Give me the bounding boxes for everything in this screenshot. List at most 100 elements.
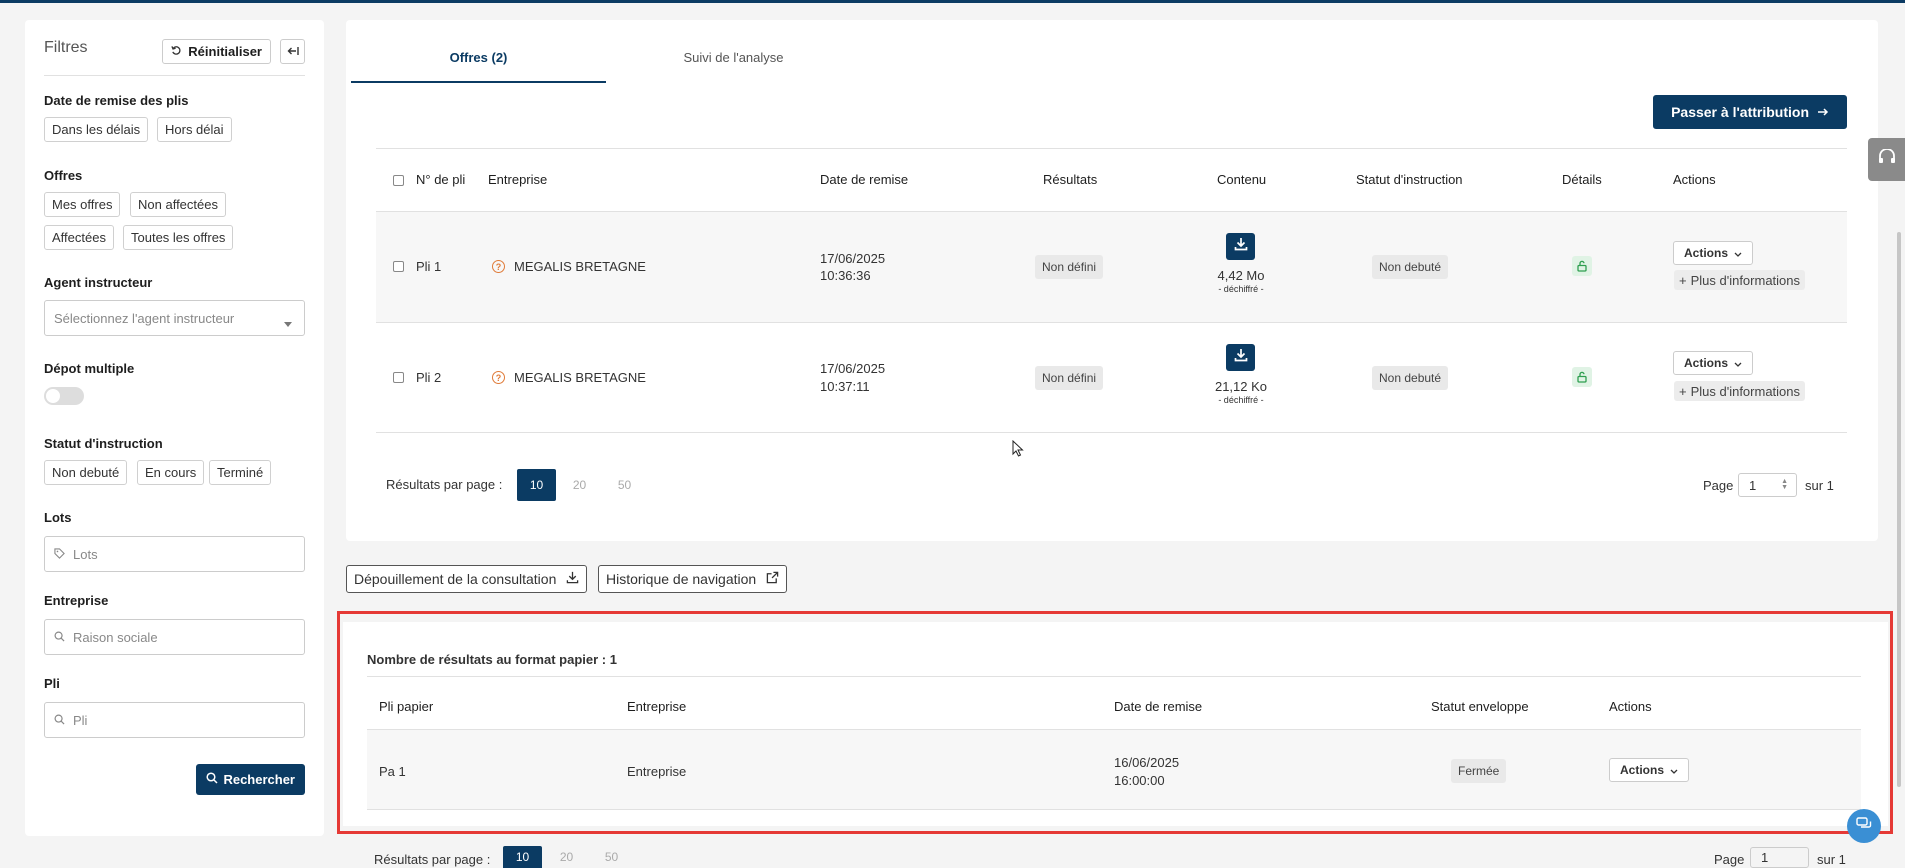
active-tab-indicator [351,81,606,83]
agent-filter-label: Agent instructeur [44,275,153,290]
row-entreprise: MEGALIS BRETAGNE [514,259,646,274]
file-size: 4,42 Mo [1217,268,1265,283]
chat-button[interactable] [1847,809,1881,843]
page-total-label: sur 1 [1805,478,1834,493]
chat-icon [1856,816,1872,836]
paper-row-pli: Pa 1 [379,764,406,779]
statut-badge: Non debuté [1372,366,1449,390]
search-button[interactable]: Rechercher [196,764,305,795]
bottom-page-number-input[interactable]: 1 [1750,847,1809,868]
page-label: Page [1703,478,1734,493]
row-checkbox[interactable] [393,372,404,383]
bottom-page-total-label: sur 1 [1817,852,1846,867]
question-mark-icon: ? [492,371,505,384]
chip-en-cours[interactable]: En cours [137,460,205,485]
entreprise-input[interactable]: Raison sociale [44,619,305,655]
chip-affectees[interactable]: Affectées [44,225,114,250]
row-actions-button[interactable]: Actions [1673,241,1754,265]
col-header-entreprise: Entreprise [627,699,687,714]
more-info-label: Plus d'informations [1690,272,1801,288]
chip-non-affectees[interactable]: Non affectées [130,192,226,217]
col-header-date: Date de remise [1114,699,1203,714]
more-info-button[interactable]: + Plus d'informations [1674,270,1806,290]
agent-select[interactable]: Sélectionnez l'agent instructeur [44,300,305,336]
pli-input[interactable]: Pli [44,702,305,738]
row-divider [367,729,1861,730]
chevron-down-icon [1734,356,1742,370]
chip-termine[interactable]: Terminé [209,460,272,485]
entreprise-filter-label: Entreprise [44,593,109,608]
depot-multiple-toggle[interactable] [44,387,84,405]
results-per-page-label: Résultats par page : [386,477,503,492]
top-accent-bar [0,0,1905,3]
page-size-10[interactable]: 10 [517,469,556,501]
spinner-icon[interactable]: ▲ ▼ [1781,478,1788,491]
bottom-page-number-value: 1 [1761,850,1769,865]
caret-down-icon [284,315,292,330]
download-button[interactable] [1226,344,1255,371]
resultat-badge: Non défini [1035,366,1104,390]
page-size-50[interactable]: 50 [605,469,644,501]
chevron-down-icon [1734,246,1742,260]
statut-badge: Non debuté [1372,255,1449,279]
reset-icon [171,44,182,59]
chip-non-debute[interactable]: Non debuté [44,460,128,485]
reset-label: Réinitialiser [188,44,262,59]
entreprise-placeholder: Raison sociale [73,629,158,645]
select-all-checkbox[interactable] [393,175,404,186]
row-pli: Pli 2 [416,370,442,385]
chip-toutes-les-offres[interactable]: Toutes les offres [123,225,234,250]
page-scrollbar[interactable] [1897,232,1901,787]
more-info-button[interactable]: + Plus d'informations [1674,381,1806,401]
search-icon [54,630,65,645]
unlock-icon[interactable] [1572,367,1592,387]
page-size-20[interactable]: 20 [560,469,599,501]
bottom-page-size-20[interactable]: 20 [547,846,586,868]
filters-title: Filtres [44,38,88,56]
col-header-statut: Statut d'instruction [1356,172,1463,187]
lots-placeholder: Lots [73,546,98,562]
col-header-statut-enveloppe: Statut enveloppe [1431,699,1529,714]
paper-results-count: Nombre de résultats au format papier : 1 [367,652,617,667]
chip-mes-offres[interactable]: Mes offres [44,192,121,217]
paper-row-entreprise: Entreprise [627,764,687,779]
historique-button[interactable]: Historique de navigation [598,565,788,593]
reset-button[interactable]: Réinitialiser [162,39,271,64]
paper-row-date: 16/06/2025 [1114,755,1180,770]
row-divider [376,322,1847,323]
unlock-icon[interactable] [1572,256,1592,276]
search-icon [206,772,218,787]
attribution-button[interactable]: Passer à l'attribution [1653,95,1847,129]
statut-filter-label: Statut d'instruction [44,436,163,451]
chip-dans-les-delais[interactable]: Dans les délais [44,117,149,142]
row-entreprise: MEGALIS BRETAGNE [514,370,646,385]
page-number-input[interactable]: 1 ▲ ▼ [1738,473,1797,497]
agent-select-placeholder: Sélectionnez l'agent instructeur [54,310,235,326]
plus-icon: + [1679,383,1687,399]
bottom-results-per-page-label: Résultats par page : [374,852,491,867]
search-icon [54,713,65,728]
row-checkbox[interactable] [393,261,404,272]
question-mark-icon: ? [492,260,505,273]
col-header-date: Date de remise [820,172,909,187]
depouillement-button[interactable]: Dépouillement de la consultation [346,565,588,593]
tab-offres[interactable]: Offres (2) [351,50,606,65]
lots-filter-label: Lots [44,510,72,525]
lots-input[interactable]: Lots [44,536,305,572]
download-button[interactable] [1226,233,1255,260]
download-icon [1234,237,1248,256]
chevron-down-icon [1670,763,1678,777]
plus-icon: + [1679,272,1687,288]
paper-actions-button[interactable]: Actions [1609,758,1690,782]
chip-hors-delai[interactable]: Hors délai [157,117,232,142]
tab-suivi-analyse[interactable]: Suivi de l'analyse [606,50,861,65]
bottom-page-size-50[interactable]: 50 [592,846,631,868]
row-actions-button[interactable]: Actions [1673,351,1754,375]
bottom-page-size-10[interactable]: 10 [503,846,542,868]
search-button-label: Rechercher [223,772,295,787]
feedback-side-tab[interactable] [1868,138,1905,181]
actions-label: Actions [1684,356,1729,370]
arrow-right-icon [1817,104,1829,120]
paper-results-card: Nombre de résultats au format papier : 1… [343,622,1888,826]
collapse-sidebar-button[interactable] [280,39,305,64]
